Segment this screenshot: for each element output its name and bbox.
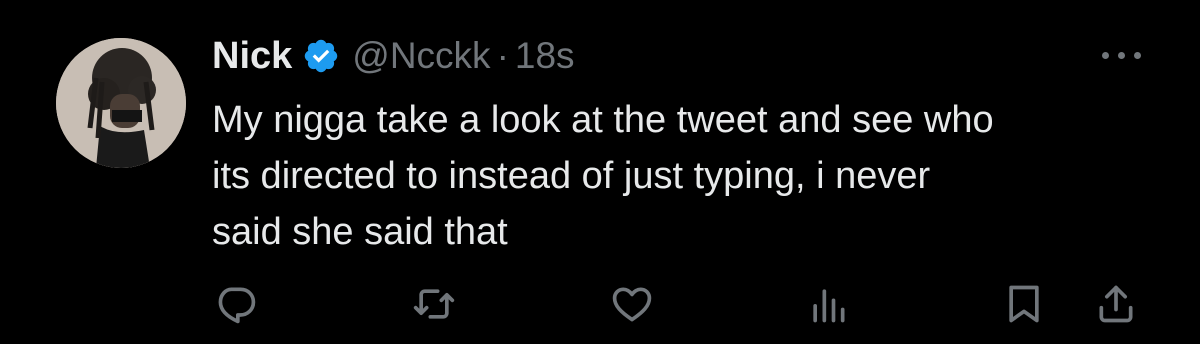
reply-button[interactable] [214,282,262,330]
views-button[interactable] [806,282,854,330]
like-button[interactable] [610,282,658,330]
bookmark-icon [1009,285,1039,323]
avatar[interactable] [56,38,186,168]
bookmark-button[interactable] [1002,282,1050,330]
tweet-text-line: its directed to instead of just typing, … [212,155,931,197]
like-icon [612,287,652,322]
more-icon[interactable] [1098,40,1146,70]
separator-dot: · [496,35,509,76]
share-icon [1099,285,1133,323]
author-handle[interactable]: @Ncckk [352,35,490,77]
tweet-text: My nigga take a look at the tweet and se… [212,92,1162,260]
retweet-button[interactable] [412,282,460,330]
tweet-timestamp[interactable]: 18s [515,35,575,77]
verified-badge-icon [302,37,340,75]
tweet-header: Nick @Ncckk · 18s [212,30,575,82]
tweet-text-line: said she said that [212,211,508,253]
author-name[interactable]: Nick [212,35,292,78]
retweet-icon [413,289,455,319]
reply-icon [218,287,256,324]
views-icon [813,289,845,323]
tweet-text-line: My nigga take a look at the tweet and se… [212,99,994,141]
share-button[interactable] [1094,282,1142,330]
